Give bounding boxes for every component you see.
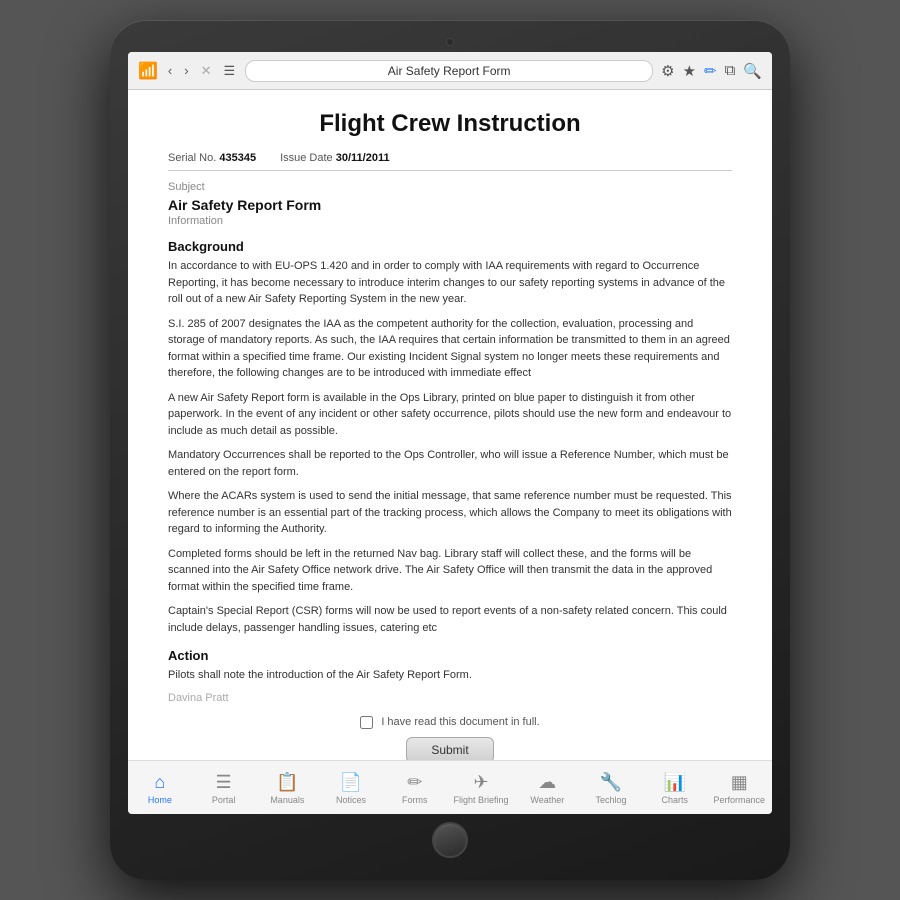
notices-icon: 📄 bbox=[340, 772, 362, 793]
forward-button[interactable]: › bbox=[182, 63, 190, 78]
document-title: Flight Crew Instruction bbox=[168, 110, 732, 138]
divider bbox=[168, 170, 732, 171]
background-heading: Background bbox=[168, 239, 732, 254]
tab-manuals[interactable]: 📋 Manuals bbox=[262, 772, 312, 805]
tab-flight-briefing[interactable]: ✈ Flight Briefing bbox=[454, 772, 509, 805]
issue-date: Issue Date 30/11/2011 bbox=[280, 152, 390, 164]
tab-portal[interactable]: ☰ Portal bbox=[199, 772, 249, 805]
manuals-icon: 📋 bbox=[276, 772, 298, 793]
tab-weather[interactable]: ☁ Weather bbox=[522, 772, 572, 805]
tab-flight-label: Flight Briefing bbox=[454, 795, 509, 805]
action-heading: Action bbox=[168, 648, 732, 663]
tab-performance-label: Performance bbox=[714, 795, 766, 805]
home-icon: ⌂ bbox=[154, 772, 165, 793]
tab-charts[interactable]: 📊 Charts bbox=[650, 772, 700, 805]
tab-charts-label: Charts bbox=[662, 795, 689, 805]
tab-techlog-label: Techlog bbox=[596, 795, 627, 805]
tablet-screen: 📶 ‹ › ✕ ☰ Air Safety Report Form ⚙ ★ ✏ ⧉… bbox=[128, 52, 772, 814]
section-title: Air Safety Report Form bbox=[168, 197, 732, 213]
search-icon[interactable]: 🔍 bbox=[743, 62, 762, 80]
list-button[interactable]: ☰ bbox=[222, 63, 238, 79]
tab-notices-label: Notices bbox=[336, 795, 366, 805]
tablet-device: 📶 ‹ › ✕ ☰ Air Safety Report Form ⚙ ★ ✏ ⧉… bbox=[110, 20, 790, 880]
paragraph-5: Where the ACARs system is used to send t… bbox=[168, 488, 732, 538]
tab-notices[interactable]: 📄 Notices bbox=[326, 772, 376, 805]
paragraph-7: Captain's Special Report (CSR) forms wil… bbox=[168, 603, 732, 636]
forms-icon: ✏ bbox=[407, 772, 422, 793]
submit-button[interactable]: Submit bbox=[406, 737, 493, 761]
subject-label: Subject bbox=[168, 181, 732, 193]
checkbox-row[interactable]: I have read this document in full. bbox=[168, 716, 732, 729]
analytics-icon[interactable]: 📶 bbox=[138, 61, 158, 81]
tab-home-label: Home bbox=[148, 795, 172, 805]
techlog-icon: 🔧 bbox=[600, 772, 622, 793]
serial-number: Serial No. 435345 bbox=[168, 152, 256, 164]
charts-icon: 📊 bbox=[664, 772, 686, 793]
camera bbox=[446, 38, 454, 46]
close-button[interactable]: ✕ bbox=[199, 63, 214, 79]
tab-performance[interactable]: ▦ Performance bbox=[714, 772, 766, 805]
address-bar[interactable]: Air Safety Report Form bbox=[245, 60, 653, 82]
tab-forms[interactable]: ✏ Forms bbox=[390, 772, 440, 805]
paragraph-1: In accordance to with EU-OPS 1.420 and i… bbox=[168, 258, 732, 308]
tab-home[interactable]: ⌂ Home bbox=[135, 772, 185, 805]
document-content: Flight Crew Instruction Serial No. 43534… bbox=[128, 90, 772, 760]
paragraph-4: Mandatory Occurrences shall be reported … bbox=[168, 447, 732, 480]
back-button[interactable]: ‹ bbox=[166, 63, 174, 78]
signature: Davina Pratt bbox=[168, 692, 732, 704]
info-label: Information bbox=[168, 215, 732, 227]
paragraph-3: A new Air Safety Report form is availabl… bbox=[168, 390, 732, 440]
tab-weather-label: Weather bbox=[530, 795, 564, 805]
home-button[interactable] bbox=[432, 822, 468, 858]
star-icon[interactable]: ★ bbox=[683, 62, 696, 80]
performance-icon: ▦ bbox=[731, 772, 748, 793]
tab-portal-label: Portal bbox=[212, 795, 236, 805]
checkbox-label: I have read this document in full. bbox=[381, 716, 539, 728]
flight-icon: ✈ bbox=[474, 772, 489, 793]
edit-icon[interactable]: ✏ bbox=[704, 62, 717, 80]
copy-icon[interactable]: ⧉ bbox=[725, 62, 736, 79]
paragraph-6: Completed forms should be left in the re… bbox=[168, 546, 732, 596]
weather-icon: ☁ bbox=[538, 772, 556, 793]
tab-bar: ⌂ Home ☰ Portal 📋 Manuals 📄 Notices ✏ Fo… bbox=[128, 760, 772, 814]
submit-row: Submit bbox=[168, 737, 732, 761]
tab-forms-label: Forms bbox=[402, 795, 428, 805]
gear-icon[interactable]: ⚙ bbox=[661, 62, 674, 80]
action-text: Pilots shall note the introduction of th… bbox=[168, 667, 732, 684]
tab-manuals-label: Manuals bbox=[270, 795, 304, 805]
paragraph-2: S.I. 285 of 2007 designates the IAA as t… bbox=[168, 316, 732, 382]
tab-techlog[interactable]: 🔧 Techlog bbox=[586, 772, 636, 805]
portal-icon: ☰ bbox=[216, 772, 232, 793]
browser-toolbar: 📶 ‹ › ✕ ☰ Air Safety Report Form ⚙ ★ ✏ ⧉… bbox=[128, 52, 772, 90]
document-meta: Serial No. 435345 Issue Date 30/11/2011 bbox=[168, 152, 732, 164]
read-checkbox[interactable] bbox=[360, 716, 373, 729]
